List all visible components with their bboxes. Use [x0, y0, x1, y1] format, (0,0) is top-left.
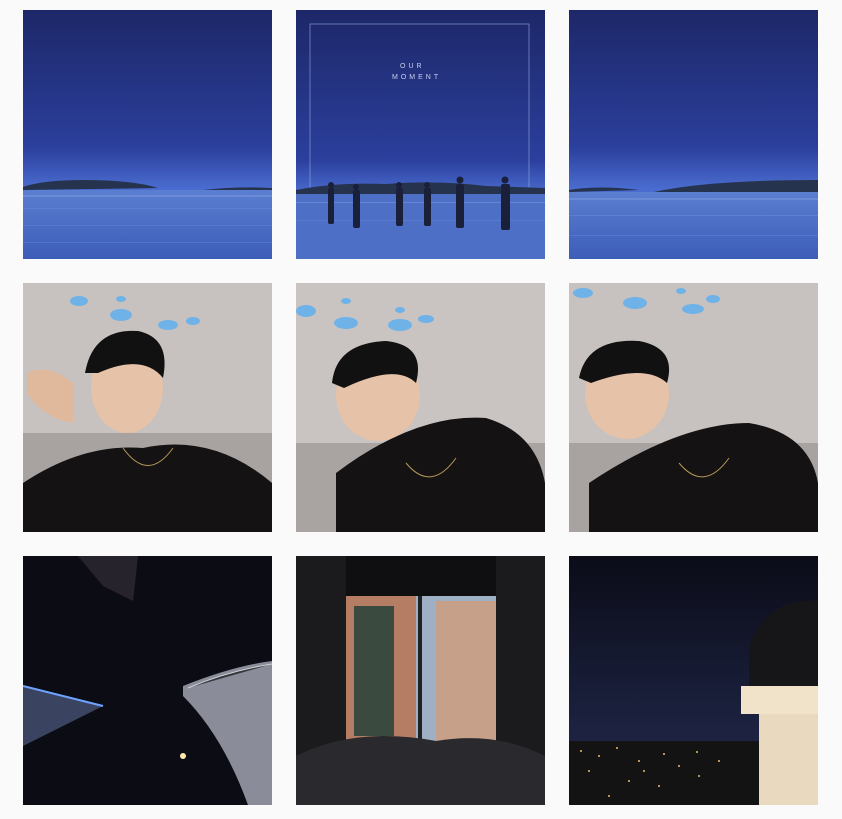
post-window-city[interactable] [296, 556, 545, 805]
selfie-image [296, 283, 545, 532]
beach-night-image [569, 10, 818, 259]
post-our-moment-cover[interactable]: OUR MOMENT [296, 10, 545, 259]
towers-night-image [23, 556, 272, 805]
cover-title-line1: OUR [400, 63, 425, 70]
album-cover-image: OUR MOMENT [296, 10, 545, 259]
post-selfie-center[interactable] [296, 283, 545, 532]
selfie-image [23, 283, 272, 532]
cover-title-line2: MOMENT [392, 74, 441, 81]
post-towers-night[interactable] [23, 556, 272, 805]
observatory-view-image [569, 556, 818, 805]
post-observatory-view[interactable] [569, 556, 818, 805]
post-selfie-peace[interactable] [23, 283, 272, 532]
beach-night-image [23, 10, 272, 259]
selfie-image [569, 283, 818, 532]
post-selfie-right[interactable] [569, 283, 818, 532]
window-city-image [296, 556, 545, 805]
post-beach-night-left[interactable] [23, 10, 272, 259]
photo-grid: OUR MOMENT [0, 0, 842, 819]
post-beach-night-right[interactable] [569, 10, 818, 259]
